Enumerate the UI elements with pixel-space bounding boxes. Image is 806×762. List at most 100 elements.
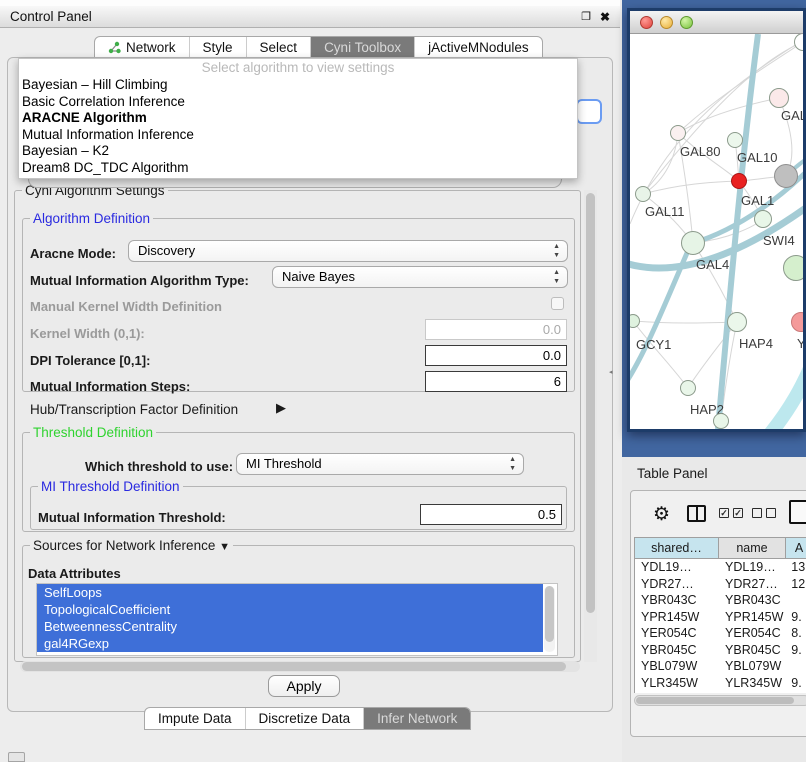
hub-section-label[interactable]: Hub/Transcription Factor Definition bbox=[30, 402, 238, 417]
tab-impute-data[interactable]: Impute Data bbox=[145, 708, 246, 729]
table-cell[interactable]: 8. bbox=[785, 625, 806, 642]
table-cell[interactable]: YBR043C bbox=[635, 592, 719, 609]
network-node-gal80[interactable] bbox=[670, 125, 686, 141]
table-cell[interactable]: YLR345W bbox=[635, 675, 719, 692]
table-cell[interactable]: 9. bbox=[785, 609, 806, 626]
which-threshold-combobox[interactable]: MI Threshold ▲▼ bbox=[236, 453, 524, 475]
table-cell[interactable]: 9. bbox=[785, 675, 806, 692]
algorithm-option[interactable]: Dream8 DC_TDC Algorithm bbox=[19, 160, 577, 177]
table-horizontal-scrollbar[interactable] bbox=[634, 695, 806, 706]
table-cell[interactable]: YDL19… bbox=[719, 559, 785, 576]
bottom-left-widget[interactable] bbox=[8, 752, 25, 762]
table-cell[interactable]: YER054C bbox=[635, 625, 719, 642]
unchecked-checkbox-icon[interactable] bbox=[766, 508, 776, 518]
table-cell[interactable]: 13 bbox=[785, 559, 806, 576]
network-window-titlebar[interactable] bbox=[630, 11, 803, 34]
algorithm-option[interactable]: Bayesian – Hill Climbing bbox=[19, 77, 577, 94]
settings-vertical-scrollbar[interactable] bbox=[584, 190, 597, 662]
network-canvas[interactable]: GALGAL80GAL10GAL1GAL11SWI4GAL4HAP4YGCY1H… bbox=[630, 34, 803, 429]
document-icon[interactable] bbox=[789, 500, 806, 524]
network-node-hap2[interactable] bbox=[680, 380, 696, 396]
columns-icon[interactable] bbox=[687, 505, 706, 522]
table-header-row[interactable]: shared…nameA bbox=[634, 537, 806, 559]
network-view-window[interactable]: GALGAL80GAL10GAL1GAL11SWI4GAL4HAP4YGCY1H… bbox=[627, 8, 806, 432]
checked-checkbox-icon[interactable]: ✓ bbox=[733, 508, 743, 518]
table-cell[interactable]: YBL079W bbox=[635, 658, 719, 675]
mac-close-icon[interactable] bbox=[640, 16, 653, 29]
scrollbar-thumb[interactable] bbox=[586, 193, 595, 613]
table-cell[interactable]: YDL19… bbox=[635, 559, 719, 576]
tab-jactivemnodules[interactable]: jActiveMNodules bbox=[415, 37, 542, 58]
table-row[interactable]: YER054CYER054C8. bbox=[635, 625, 806, 642]
network-node[interactable] bbox=[783, 255, 803, 281]
mi-steps-input[interactable] bbox=[425, 371, 567, 392]
network-node-gal11[interactable] bbox=[635, 186, 651, 202]
algorithm-option[interactable]: Mutual Information Inference bbox=[19, 127, 577, 144]
algorithm-option[interactable]: Basic Correlation Inference bbox=[19, 94, 577, 111]
column-header[interactable]: A bbox=[786, 537, 806, 559]
tab-select[interactable]: Select bbox=[247, 37, 312, 58]
unchecked-checkbox-icon[interactable] bbox=[752, 508, 762, 518]
scrollbar-thumb[interactable] bbox=[636, 697, 794, 704]
table-row[interactable]: YLR345WYLR345W9. bbox=[635, 675, 806, 692]
table-cell[interactable] bbox=[785, 658, 806, 675]
dpi-tolerance-input[interactable] bbox=[425, 345, 567, 366]
table-cell[interactable] bbox=[785, 592, 806, 609]
checked-checkbox-icon[interactable]: ✓ bbox=[719, 508, 729, 518]
tab-cyni-toolbox[interactable]: Cyni Toolbox bbox=[311, 37, 415, 58]
table-cell[interactable]: YIL052C bbox=[635, 691, 719, 693]
column-header[interactable]: name bbox=[719, 537, 786, 559]
table-cell[interactable]: YER054C bbox=[719, 625, 785, 642]
tab-style[interactable]: Style bbox=[190, 37, 247, 58]
table-row[interactable]: YBR045CYBR045C9. bbox=[635, 642, 806, 659]
scrollbar-thumb[interactable] bbox=[545, 586, 554, 642]
collapsed-arrow-icon[interactable]: ▶ bbox=[276, 400, 286, 416]
table-row[interactable]: YBL079WYBL079W bbox=[635, 658, 806, 675]
attributes-vertical-scrollbar[interactable] bbox=[544, 586, 555, 652]
table-cell[interactable]: YDR27… bbox=[635, 576, 719, 593]
tab-network[interactable]: Network bbox=[95, 37, 190, 58]
mi-threshold-input[interactable] bbox=[420, 504, 562, 525]
data-attributes-list[interactable]: SelfLoopsTopologicalCoefficientBetweenne… bbox=[36, 583, 558, 656]
network-node-gal10[interactable] bbox=[727, 132, 743, 148]
mi-type-combobox[interactable]: Naive Bayes ▲▼ bbox=[272, 266, 568, 288]
network-node-hap4[interactable] bbox=[727, 312, 747, 332]
table-cell[interactable]: 9. bbox=[785, 642, 806, 659]
scrollbar-thumb[interactable] bbox=[22, 662, 566, 671]
close-icon[interactable]: ✖ bbox=[600, 10, 610, 24]
column-header[interactable]: shared… bbox=[634, 537, 719, 559]
table-cell[interactable]: YBR045C bbox=[635, 642, 719, 659]
table-row[interactable]: YDR27…YDR27…12 bbox=[635, 576, 806, 593]
algorithm-option[interactable]: Bayesian – K2 bbox=[19, 143, 577, 160]
aracne-mode-combobox[interactable]: Discovery ▲▼ bbox=[128, 240, 568, 262]
table-cell[interactable]: 9 bbox=[785, 691, 806, 693]
table-cell[interactable]: YBR045C bbox=[719, 642, 785, 659]
table-cell[interactable]: YBL079W bbox=[719, 658, 785, 675]
panel-splitter-handle[interactable]: ◂ bbox=[609, 369, 614, 376]
gear-icon[interactable]: ⚙ bbox=[653, 503, 670, 526]
tab-infer-network[interactable]: Infer Network bbox=[364, 708, 470, 729]
restore-icon[interactable]: ❐ bbox=[581, 10, 591, 23]
table-cell[interactable]: YPR145W bbox=[719, 609, 785, 626]
table-cell[interactable]: YDR27… bbox=[719, 576, 785, 593]
table-cell[interactable]: YLR345W bbox=[719, 675, 785, 692]
mac-minimize-icon[interactable] bbox=[660, 16, 673, 29]
table-row[interactable]: YBR043CYBR043C bbox=[635, 592, 806, 609]
network-node[interactable] bbox=[713, 413, 729, 429]
attribute-list-item-selected[interactable]: BetweennessCentrality bbox=[37, 618, 543, 635]
node-table[interactable]: shared…nameA YDL19…YDL19…13YDR27…YDR27…1… bbox=[634, 537, 806, 693]
network-node-gal1[interactable] bbox=[731, 173, 747, 189]
table-cell[interactable]: 12 bbox=[785, 576, 806, 593]
mac-zoom-icon[interactable] bbox=[680, 16, 693, 29]
table-row[interactable]: YPR145WYPR145W9. bbox=[635, 609, 806, 626]
tab-discretize-data[interactable]: Discretize Data bbox=[246, 708, 365, 729]
table-cell[interactable]: YPR145W bbox=[635, 609, 719, 626]
table-row[interactable]: YDL19…YDL19…13 bbox=[635, 559, 806, 576]
attribute-list-item-selected[interactable]: gal4RGexp bbox=[37, 635, 543, 652]
algorithm-option[interactable]: ARACNE Algorithm bbox=[19, 110, 577, 127]
network-node[interactable] bbox=[774, 164, 798, 188]
network-node-gal4[interactable] bbox=[681, 231, 705, 255]
attribute-list-item-selected[interactable]: TopologicalCoefficient bbox=[37, 601, 543, 618]
apply-button[interactable]: Apply bbox=[268, 675, 340, 697]
table-cell[interactable]: YIL052C bbox=[719, 691, 785, 693]
